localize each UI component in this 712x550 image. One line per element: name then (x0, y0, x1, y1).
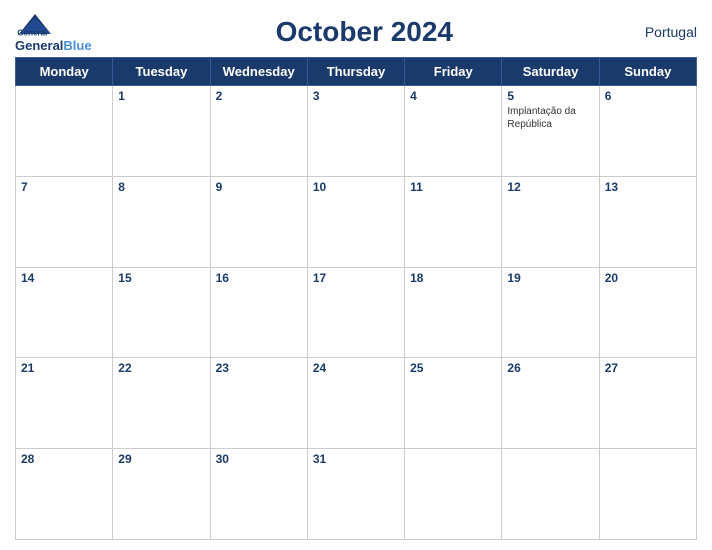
col-saturday: Saturday (502, 58, 599, 86)
day-number: 15 (118, 271, 204, 285)
calendar-week-row: 14 15 16 17 18 19 20 (16, 267, 697, 358)
table-row: 11 (405, 176, 502, 267)
day-number: 29 (118, 452, 204, 466)
table-row: 31 (307, 449, 404, 540)
table-row (599, 449, 696, 540)
table-row (405, 449, 502, 540)
calendar-table: Monday Tuesday Wednesday Thursday Friday… (15, 57, 697, 540)
day-number: 23 (216, 361, 302, 375)
table-row (502, 449, 599, 540)
day-number: 26 (507, 361, 593, 375)
weekday-header-row: Monday Tuesday Wednesday Thursday Friday… (16, 58, 697, 86)
table-row: 18 (405, 267, 502, 358)
table-row: 20 (599, 267, 696, 358)
table-row: 15 (113, 267, 210, 358)
svg-text:General: General (17, 29, 47, 38)
day-number: 7 (21, 180, 107, 194)
day-number: 16 (216, 271, 302, 285)
day-number: 17 (313, 271, 399, 285)
holiday-label: Implantação da República (507, 105, 593, 131)
day-number: 27 (605, 361, 691, 375)
table-row: 2 (210, 86, 307, 177)
table-row: 23 (210, 358, 307, 449)
day-number: 10 (313, 180, 399, 194)
day-number: 4 (410, 89, 496, 103)
table-row: 28 (16, 449, 113, 540)
col-sunday: Sunday (599, 58, 696, 86)
day-number: 5 (507, 89, 593, 103)
logo-blue: Blue (63, 38, 91, 53)
day-number: 18 (410, 271, 496, 285)
calendar-header: General General Blue October 2024 Portug… (15, 10, 697, 53)
col-thursday: Thursday (307, 58, 404, 86)
table-row: 19 (502, 267, 599, 358)
calendar-week-row: 21 22 23 24 25 26 27 (16, 358, 697, 449)
day-number: 22 (118, 361, 204, 375)
table-row: 26 (502, 358, 599, 449)
table-row: 8 (113, 176, 210, 267)
table-row: 27 (599, 358, 696, 449)
day-number: 2 (216, 89, 302, 103)
table-row: 13 (599, 176, 696, 267)
day-number: 6 (605, 89, 691, 103)
logo-svg: General (15, 10, 55, 38)
calendar-week-row: 28 29 30 31 (16, 449, 697, 540)
day-number: 24 (313, 361, 399, 375)
table-row: 10 (307, 176, 404, 267)
calendar-week-row: 789 10 11 12 13 (16, 176, 697, 267)
table-row (16, 86, 113, 177)
col-wednesday: Wednesday (210, 58, 307, 86)
day-number: 14 (21, 271, 107, 285)
day-number: 1 (118, 89, 204, 103)
table-row: 6 (599, 86, 696, 177)
day-number: 12 (507, 180, 593, 194)
col-tuesday: Tuesday (113, 58, 210, 86)
table-row: 4 (405, 86, 502, 177)
calendar-week-row: 12345 Implantação da República 6 (16, 86, 697, 177)
col-friday: Friday (405, 58, 502, 86)
table-row: 1 (113, 86, 210, 177)
day-number: 9 (216, 180, 302, 194)
day-number: 30 (216, 452, 302, 466)
col-monday: Monday (16, 58, 113, 86)
day-number: 28 (21, 452, 107, 466)
table-row: 21 (16, 358, 113, 449)
table-row: 17 (307, 267, 404, 358)
table-row: 5 Implantação da República (502, 86, 599, 177)
table-row: 12 (502, 176, 599, 267)
country-label: Portugal (637, 24, 697, 40)
day-number: 25 (410, 361, 496, 375)
table-row: 30 (210, 449, 307, 540)
table-row: 22 (113, 358, 210, 449)
table-row: 25 (405, 358, 502, 449)
table-row: 7 (16, 176, 113, 267)
day-number: 3 (313, 89, 399, 103)
table-row: 14 (16, 267, 113, 358)
day-number: 8 (118, 180, 204, 194)
logo: General General Blue (15, 10, 92, 53)
table-row: 9 (210, 176, 307, 267)
month-title: October 2024 (92, 16, 637, 48)
table-row: 29 (113, 449, 210, 540)
day-number: 21 (21, 361, 107, 375)
table-row: 3 (307, 86, 404, 177)
day-number: 13 (605, 180, 691, 194)
day-number: 19 (507, 271, 593, 285)
day-number: 11 (410, 180, 496, 194)
logo-general: General (15, 38, 63, 53)
day-number: 20 (605, 271, 691, 285)
table-row: 24 (307, 358, 404, 449)
day-number: 31 (313, 452, 399, 466)
table-row: 16 (210, 267, 307, 358)
